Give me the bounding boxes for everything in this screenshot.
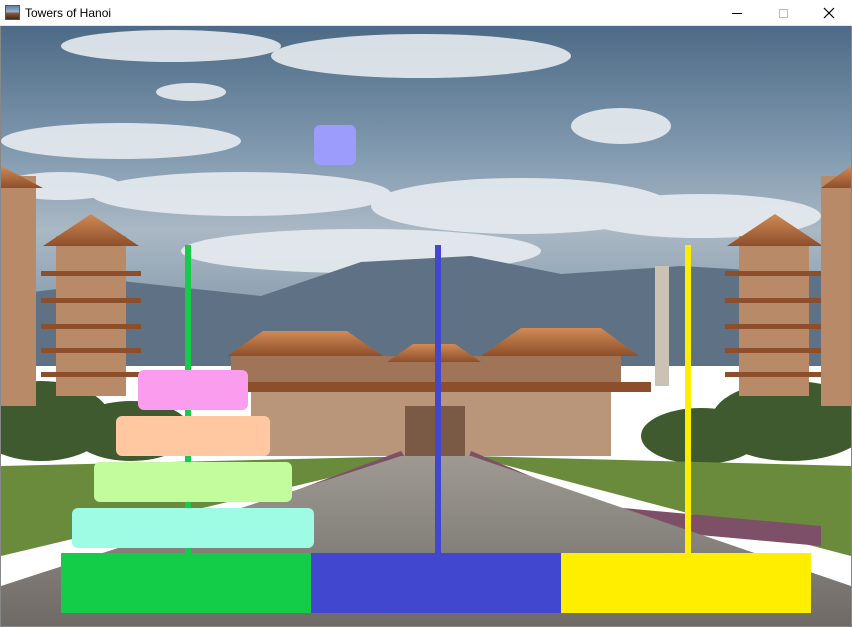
minimize-button[interactable] (714, 0, 760, 26)
peg-base-middle[interactable] (311, 553, 561, 613)
window-title: Towers of Hanoi (25, 6, 112, 20)
disk-2[interactable] (116, 416, 270, 456)
close-button[interactable] (806, 0, 852, 26)
app-icon (5, 5, 20, 20)
disk-3[interactable] (94, 462, 292, 502)
game-canvas[interactable] (1, 26, 851, 626)
maximize-button[interactable] (760, 0, 806, 26)
peg-base-right[interactable] (561, 553, 811, 613)
title-bar: Towers of Hanoi (0, 0, 852, 26)
game-layer[interactable] (1, 26, 851, 626)
held-disk[interactable] (314, 125, 356, 165)
minimize-icon (732, 12, 742, 14)
disk-1[interactable] (138, 370, 248, 410)
disk-4[interactable] (72, 508, 314, 548)
peg-right[interactable] (685, 245, 691, 553)
peg-base-left[interactable] (61, 553, 311, 613)
close-icon (823, 7, 835, 19)
maximize-icon (778, 8, 788, 18)
peg-middle[interactable] (435, 245, 441, 553)
